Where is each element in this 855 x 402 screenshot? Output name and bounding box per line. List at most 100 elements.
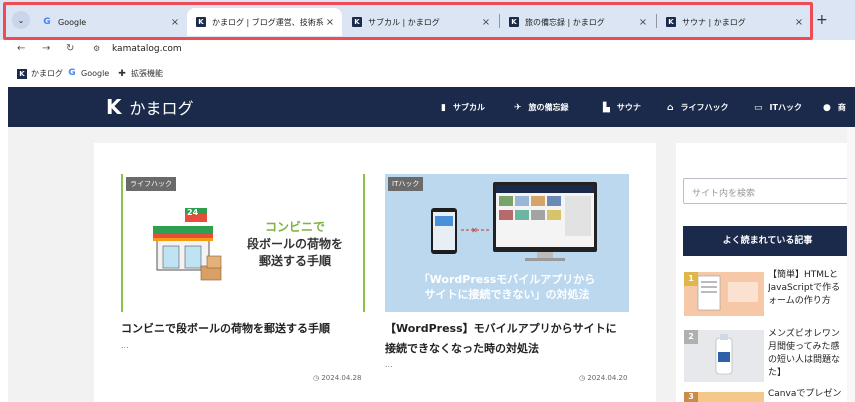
nav-item-lifehack[interactable]: ⌂ ライフハック — [667, 102, 728, 113]
popular-title[interactable]: Canvaでプレゼン — [768, 388, 855, 401]
article-excerpt: ... — [121, 341, 129, 350]
nav-label: サブカル — [452, 103, 485, 112]
article-date: ◷ 2024.04.20 — [579, 374, 627, 382]
nav-label: ライフハック — [680, 103, 729, 112]
article-title-line: 【WordPress】モバイルアプリからサイトに — [385, 322, 617, 335]
bookmark-label: かまログ — [31, 69, 63, 78]
svg-text:✕: ✕ — [471, 226, 478, 235]
close-icon[interactable]: × — [637, 17, 649, 28]
tab-subculture[interactable]: K サブカル | かまログ × — [343, 8, 498, 36]
popular-title[interactable]: 【簡単】HTMLと JavaScriptで作る ォームの作り方 — [768, 269, 855, 308]
bookmark-kamalog[interactable]: K かまログ — [17, 68, 63, 79]
thumb-heading-line: 段ボールの荷物を — [246, 237, 343, 251]
monitor-icon: ▭ — [754, 102, 763, 113]
site-search-input[interactable]: サイト内を検索 — [683, 178, 852, 204]
popular-title-line: 【簡単】HTMLと — [768, 270, 839, 280]
page-scrollbar[interactable] — [847, 127, 855, 402]
nav-item-travel[interactable]: ✈ 旅の備忘録 — [514, 102, 569, 113]
nav-label: 旅の備忘録 — [528, 103, 569, 112]
article-card[interactable]: ✕ 「WordPressモバイルアプリから サイトに接続できない」の対処法 IT… — [385, 174, 629, 390]
chevron-down-icon: ⌄ — [17, 15, 25, 25]
clock-icon: ◷ — [579, 374, 586, 382]
bookmark-google[interactable]: G Google — [67, 68, 109, 78]
logo-text: かまログ — [129, 99, 194, 118]
site-info-icon[interactable]: ⚙ — [93, 44, 100, 53]
nav-label: ITハック — [769, 103, 802, 112]
article-thumbnail[interactable]: ✕ 「WordPressモバイルアプリから サイトに接続できない」の対処法 IT… — [385, 174, 629, 312]
puzzle-icon: ✚ — [118, 68, 126, 79]
popular-title-line: の短い人は問題な — [768, 355, 841, 365]
nav-item-sauna[interactable]: ▙ サウナ — [603, 102, 641, 113]
article-card[interactable]: 24 コンビニで 段ボールの荷物を 郵送する手順 ライフハック コンビニで段ボー… — [121, 174, 365, 390]
thumb-caption: 「WordPressモバイルアプリから サイトに接続できない」の対処法 — [389, 272, 625, 302]
popular-thumbnail[interactable]: 3 — [684, 392, 764, 402]
kamalog-icon: K — [17, 68, 27, 79]
kamalog-icon: K — [352, 17, 362, 27]
tab-search-button[interactable]: ⌄ — [12, 11, 30, 29]
tab-travel[interactable]: K 旅の備忘録 | かまログ × — [500, 8, 655, 36]
tab-google[interactable]: G Google × — [33, 8, 187, 36]
popular-thumbnail[interactable]: 1 — [684, 272, 764, 316]
new-tab-button[interactable]: + — [816, 12, 828, 28]
article-date: ◷ 2024.04.28 — [313, 374, 361, 382]
bookmark-label: 拡張機能 — [131, 69, 163, 78]
kamalog-icon: K — [196, 17, 206, 27]
home-icon: ⌂ — [667, 102, 674, 113]
popular-thumbnail[interactable]: 2 — [684, 330, 764, 382]
thumb-badge: 24 — [187, 208, 199, 217]
popular-title-line: 月間使ってみた感 — [768, 342, 840, 352]
bookmark-extensions[interactable]: ✚ 拡張機能 — [117, 68, 163, 79]
rank-badge: 2 — [684, 330, 698, 344]
tab-title: サウナ | かまログ — [682, 17, 746, 27]
browser-window: ⌄ G Google × K かまログ | ブログ運営、技術系、日々 × K サ… — [0, 0, 855, 402]
category-label[interactable]: ライフハック — [126, 177, 176, 191]
kamalog-icon: K — [666, 17, 676, 27]
nav-item-subculture[interactable]: ▮ サブカル — [441, 102, 485, 113]
thumb-caption-line: サイトに接続できない」の対処法 — [424, 288, 590, 301]
thumb-heading: コンビニで 段ボールの荷物を 郵送する手順 — [235, 218, 355, 269]
date-text: 2024.04.20 — [587, 374, 628, 382]
google-icon: G — [43, 17, 51, 27]
article-thumbnail[interactable]: 24 コンビニで 段ボールの荷物を 郵送する手順 ライフハック — [121, 174, 365, 312]
plane-icon: ✈ — [514, 102, 522, 113]
close-icon[interactable]: × — [324, 17, 336, 28]
article-title[interactable]: 【WordPress】モバイルアプリからサイトに 接続できなくなった時の対処法 — [385, 319, 629, 359]
close-icon[interactable]: × — [480, 17, 492, 28]
address-input[interactable]: kamatalog.com — [112, 44, 182, 54]
kamalog-icon: K — [509, 17, 519, 27]
nav-label: サウナ — [616, 103, 641, 112]
tab-title: Google — [58, 17, 87, 27]
forward-arrow-icon[interactable]: → — [42, 43, 50, 54]
popular-title-line: ォームの作り方 — [768, 296, 831, 306]
google-icon: G — [68, 68, 76, 78]
rank-badge: 1 — [684, 272, 698, 286]
back-arrow-icon[interactable]: ← — [17, 43, 25, 54]
category-label[interactable]: ITハック — [388, 177, 424, 191]
popular-articles-heading: よく読まれている記事 — [683, 226, 852, 256]
close-icon[interactable]: × — [169, 17, 181, 28]
thumb-heading-line: 郵送する手順 — [258, 254, 331, 268]
bookmark-label: Google — [81, 68, 110, 78]
date-text: 2024.04.28 — [321, 374, 362, 382]
chat-icon: ● — [823, 102, 831, 113]
popular-title-line: Canvaでプレゼン — [768, 389, 842, 399]
tab-title: かまログ | ブログ運営、技術系、日々 — [212, 17, 324, 27]
nav-label: 商 — [837, 103, 846, 112]
thumb-caption-line: 「WordPressモバイルアプリから — [418, 273, 596, 286]
article-title[interactable]: コンビニで段ボールの荷物を郵送する手順 — [121, 319, 365, 339]
article-excerpt: ... — [385, 360, 393, 369]
nav-item-more[interactable]: ● 商 — [823, 102, 846, 113]
bath-icon: ▙ — [603, 102, 610, 113]
logo-mark: K — [106, 95, 122, 119]
tab-sauna[interactable]: K サウナ | かまログ × — [657, 8, 811, 36]
close-icon[interactable]: × — [793, 17, 805, 28]
site-logo[interactable]: K かまログ — [106, 95, 194, 119]
tab-title: サブカル | かまログ — [368, 17, 440, 27]
nav-item-ithack[interactable]: ▭ ITハック — [754, 102, 802, 113]
tab-title: 旅の備忘録 | かまログ — [525, 17, 605, 27]
tab-strip: ⌄ G Google × K かまログ | ブログ運営、技術系、日々 × K サ… — [0, 0, 855, 40]
reload-icon[interactable]: ↻ — [66, 43, 74, 54]
clock-icon: ◷ — [313, 374, 320, 382]
popular-title[interactable]: メンズビオレワン 月間使ってみた感 の短い人は問題な た】 — [768, 328, 855, 380]
tab-kamalog[interactable]: K かまログ | ブログ運営、技術系、日々 × — [187, 8, 342, 36]
